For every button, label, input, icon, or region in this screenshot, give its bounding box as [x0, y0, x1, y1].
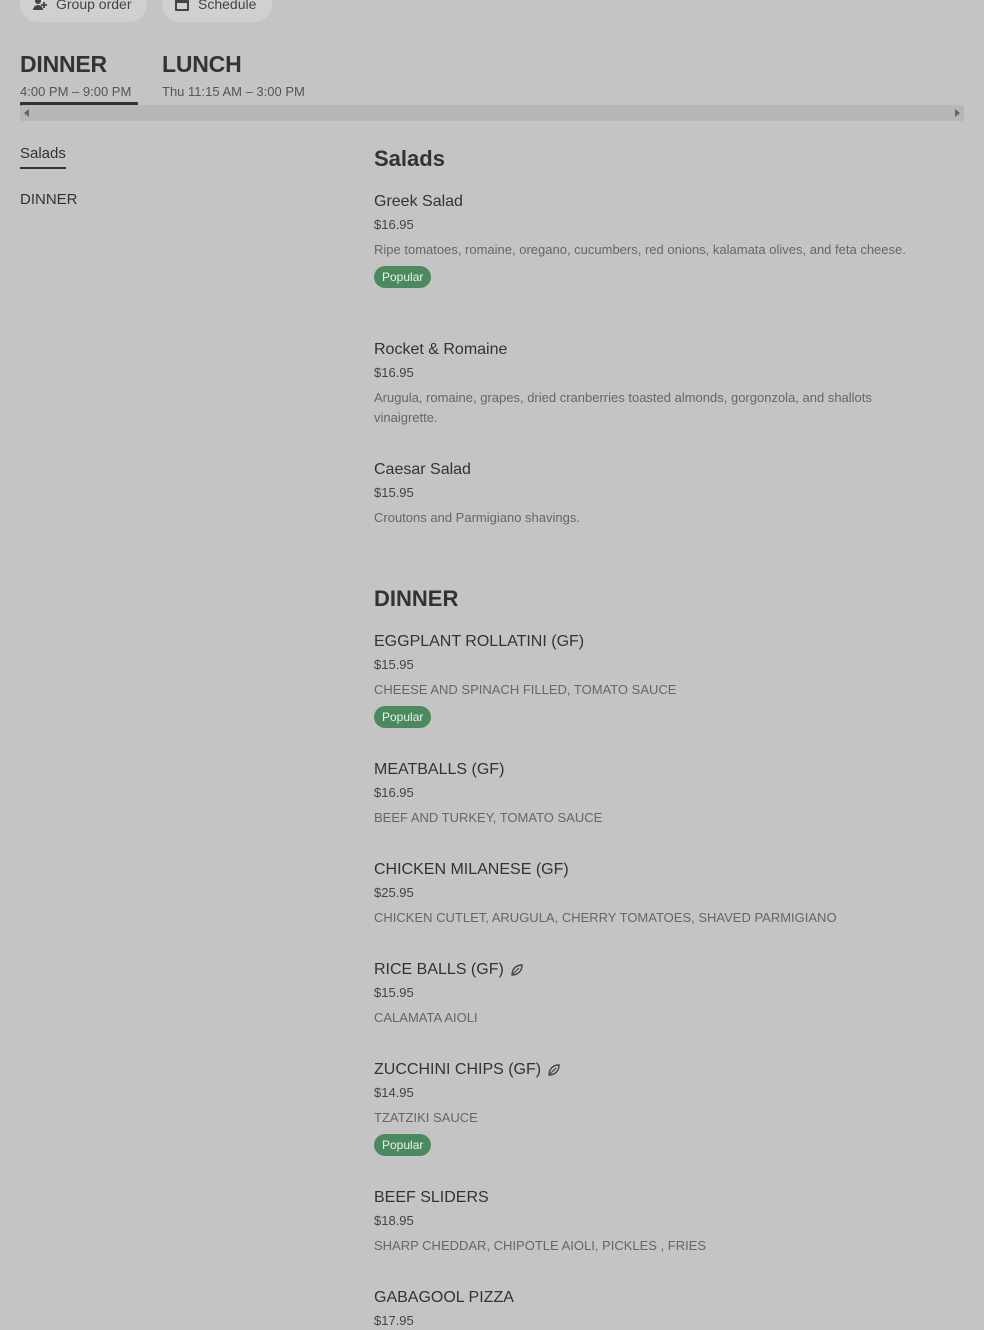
item-name-row: RICE BALLS (GF) — [374, 960, 934, 980]
item-name: MEATBALLS (GF) — [374, 761, 505, 778]
item-name: EGGPLANT ROLLATINI (GF) — [374, 633, 585, 650]
popular-badge: Popular — [374, 706, 432, 728]
menu-item-card[interactable]: EGGPLANT ROLLATINI (GF) $15.95 CHEESE AN… — [374, 632, 934, 728]
menu-item-card[interactable]: GABAGOOL PIZZA $17.95 — [374, 1288, 934, 1330]
item-description: CHEESE AND SPINACH FILLED, TOMATO SAUCE — [374, 682, 677, 697]
scroll-left-arrow-icon[interactable] — [24, 109, 29, 117]
item-name: BEEF SLIDERS — [374, 1189, 489, 1206]
menu-item-card[interactable]: Rocket & Romaine $16.95 Arugula, romaine… — [374, 340, 934, 428]
section-title: Salads — [374, 146, 445, 171]
leaf-icon — [547, 1063, 561, 1077]
item-name: Rocket & Romaine — [374, 341, 508, 358]
menu-item-card[interactable]: MEATBALLS (GF) $16.95 BEEF AND TURKEY, T… — [374, 760, 934, 828]
item-price: $15.95 — [374, 985, 414, 1000]
item-description: SHARP CHEDDAR, CHIPOTLE AIOLI, PICKLES ,… — [374, 1238, 707, 1253]
add-person-icon — [32, 0, 48, 12]
menu-tab-dinner[interactable]: DINNER 4:00 PM – 9:00 PM — [20, 50, 138, 106]
scroll-right-arrow-icon[interactable] — [955, 109, 960, 117]
item-name-row: ZUCCHINI CHIPS (GF) — [374, 1060, 934, 1080]
menu-tab-title: DINNER — [20, 51, 107, 77]
item-price: $17.95 — [374, 1313, 414, 1328]
menu-tab-title: LUNCH — [162, 51, 242, 77]
item-price: $15.95 — [374, 657, 414, 672]
item-name: RICE BALLS (GF) — [374, 961, 504, 978]
item-description: CHICKEN CUTLET, ARUGULA, CHERRY TOMATOES… — [374, 910, 837, 925]
menu-item-card[interactable]: ZUCCHINI CHIPS (GF) $14.95 TZATZIKI SAUC… — [374, 1060, 934, 1156]
group-order-button[interactable]: Group order — [20, 0, 148, 22]
popular-badge: Popular — [374, 266, 432, 288]
horizontal-scrollbar[interactable] — [20, 105, 964, 121]
item-name: Caesar Salad — [374, 461, 471, 478]
item-price: $16.95 — [374, 217, 414, 232]
item-description: CALAMATA AIOLI — [374, 1010, 478, 1025]
menu-item-card[interactable]: RICE BALLS (GF) $15.95 CALAMATA AIOLI — [374, 960, 934, 1028]
item-description: Croutons and Parmigiano shavings. — [374, 510, 580, 525]
leaf-icon — [510, 963, 524, 977]
item-description: Arugula, romaine, grapes, dried cranberr… — [374, 390, 872, 425]
item-description: Ripe tomatoes, romaine, oregano, cucumbe… — [374, 242, 906, 257]
item-name: CHICKEN MILANESE (GF) — [374, 861, 569, 878]
section-title: DINNER — [374, 586, 459, 611]
item-name: Greek Salad — [374, 193, 463, 210]
menu-item-card[interactable]: BEEF SLIDERS $18.95 SHARP CHEDDAR, CHIPO… — [374, 1188, 934, 1256]
menu-tab-hours: Thu 11:15 AM – 3:00 PM — [162, 84, 305, 99]
item-name: GABAGOOL PIZZA — [374, 1289, 514, 1306]
popular-badge: Popular — [374, 1134, 432, 1156]
item-price: $25.95 — [374, 885, 414, 900]
menu-tab-lunch[interactable]: LUNCH Thu 11:15 AM – 3:00 PM — [162, 50, 305, 100]
item-price: $16.95 — [374, 365, 414, 380]
item-price: $15.95 — [374, 485, 414, 500]
schedule-label: Schedule — [198, 0, 257, 12]
item-description: BEEF AND TURKEY, TOMATO SAUCE — [374, 810, 603, 825]
item-description: TZATZIKI SAUCE — [374, 1110, 478, 1125]
item-name: ZUCCHINI CHIPS (GF) — [374, 1061, 542, 1078]
sidebar-item-salads[interactable]: Salads — [20, 145, 66, 169]
category-sidebar: Salads DINNER — [20, 145, 78, 213]
calendar-icon — [174, 0, 190, 12]
menu-item-card[interactable]: CHICKEN MILANESE (GF) $25.95 CHICKEN CUT… — [374, 860, 934, 928]
item-price: $16.95 — [374, 785, 414, 800]
schedule-button[interactable]: Schedule — [162, 0, 273, 22]
sidebar-item-dinner[interactable]: DINNER — [20, 191, 78, 213]
item-price: $14.95 — [374, 1085, 414, 1100]
menu-tab-hours: 4:00 PM – 9:00 PM — [20, 84, 132, 99]
menu-item-card[interactable]: Caesar Salad $15.95 Croutons and Parmigi… — [374, 460, 934, 528]
item-price: $18.95 — [374, 1213, 414, 1228]
group-order-label: Group order — [56, 0, 132, 12]
menu-item-card[interactable]: Greek Salad $16.95 Ripe tomatoes, romain… — [374, 192, 934, 288]
